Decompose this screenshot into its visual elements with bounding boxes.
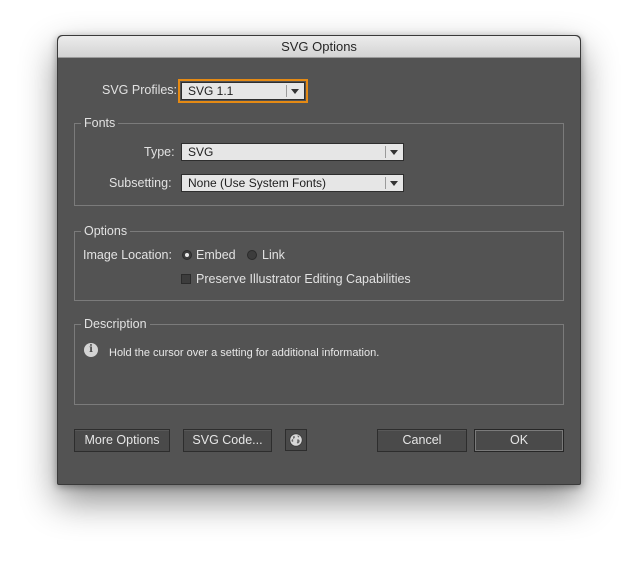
image-location-label: Image Location: — [83, 248, 172, 262]
web-preview-button[interactable] — [285, 429, 307, 451]
font-type-dropdown[interactable]: SVG — [181, 143, 404, 161]
globe-icon — [289, 433, 303, 447]
description-text: Hold the cursor over a setting for addit… — [109, 347, 380, 359]
svg-code-button[interactable]: SVG Code... — [183, 429, 272, 452]
embed-radio-label[interactable]: Embed — [196, 248, 236, 262]
options-group-label: Options — [81, 223, 131, 239]
chevron-down-icon — [291, 89, 299, 94]
dropdown-separator — [286, 85, 287, 97]
preserve-editing-checkbox[interactable] — [181, 274, 191, 284]
svg-profiles-dropdown[interactable]: SVG 1.1 — [178, 79, 308, 103]
subsetting-value: None (Use System Fonts) — [188, 176, 327, 190]
cancel-button[interactable]: Cancel — [377, 429, 467, 452]
embed-radio[interactable] — [182, 250, 192, 260]
info-icon: i — [84, 343, 98, 357]
fonts-group: Fonts — [74, 115, 564, 206]
description-group-label: Description — [81, 316, 150, 332]
more-options-button[interactable]: More Options — [74, 429, 170, 452]
subsetting-label: Subsetting: — [109, 176, 172, 190]
title-bar[interactable]: SVG Options — [58, 36, 580, 58]
dropdown-separator — [385, 177, 386, 189]
font-type-value: SVG — [188, 145, 214, 159]
options-group: Options — [74, 223, 564, 301]
dropdown-separator — [385, 146, 386, 158]
preserve-editing-label[interactable]: Preserve Illustrator Editing Capabilitie… — [196, 272, 411, 286]
dialog-title: SVG Options — [281, 39, 357, 54]
ok-button[interactable]: OK — [474, 429, 564, 452]
fonts-group-label: Fonts — [81, 115, 119, 131]
subsetting-dropdown[interactable]: None (Use System Fonts) — [181, 174, 404, 192]
svg-profiles-label: SVG Profiles: — [102, 83, 178, 97]
svg-options-dialog: SVG Options SVG Profiles: SVG 1.1 Fonts … — [57, 35, 581, 485]
link-radio[interactable] — [247, 250, 257, 260]
svg-profiles-value: SVG 1.1 — [188, 84, 234, 98]
description-group: Description — [74, 316, 564, 405]
chevron-down-icon — [390, 150, 398, 155]
chevron-down-icon — [390, 181, 398, 186]
link-radio-label[interactable]: Link — [262, 248, 285, 262]
font-type-label: Type: — [144, 145, 175, 159]
